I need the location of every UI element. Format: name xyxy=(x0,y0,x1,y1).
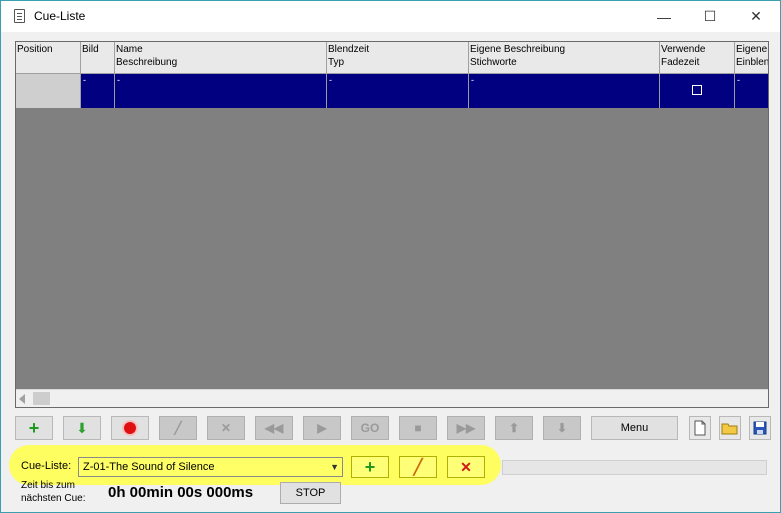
new-file-icon xyxy=(694,420,706,436)
stop-button[interactable]: STOP xyxy=(280,482,341,504)
fast-forward-icon: ▶▶ xyxy=(456,421,476,435)
delete-icon: ✕ xyxy=(220,421,232,435)
cell-blendzeit[interactable]: - xyxy=(327,74,469,108)
delete-cue-button[interactable]: ✕ xyxy=(207,416,245,440)
col-header-verwende-fadezeit[interactable]: Verwende Fadezeit xyxy=(660,42,735,74)
window-title: Cue-Liste xyxy=(34,9,86,23)
col-header-bild[interactable]: Bild xyxy=(81,42,115,74)
cell-name[interactable]: - xyxy=(115,74,327,108)
stop-icon: ■ xyxy=(414,421,422,435)
app-icon xyxy=(14,9,25,23)
cue-grid[interactable]: Position Bild Name Beschreibung Blendzeit… xyxy=(15,41,769,408)
cell-bild[interactable]: - xyxy=(81,74,115,108)
delete-icon: ✕ xyxy=(460,458,472,475)
scroll-thumb[interactable] xyxy=(33,392,50,405)
chevron-down-icon: ▼ xyxy=(330,462,339,472)
close-button[interactable]: ✕ xyxy=(733,1,779,32)
record-icon xyxy=(124,422,136,434)
cell-eigene-beschreibung[interactable]: - xyxy=(469,74,660,108)
table-row[interactable]: - - - - - xyxy=(81,74,768,108)
time-label-line1: Zeit bis zum xyxy=(21,480,75,491)
arrow-down-icon: ⬇ xyxy=(556,421,568,435)
horizontal-scrollbar[interactable] xyxy=(16,389,768,407)
cue-progress-bar xyxy=(502,460,767,475)
insert-below-button[interactable]: ⬇ xyxy=(63,416,101,440)
time-to-next-cue: 0h 00min 00s 000ms xyxy=(108,484,254,501)
row-header[interactable] xyxy=(16,74,81,108)
add-cue-list-button[interactable]: + xyxy=(351,456,389,478)
maximize-icon: ☐ xyxy=(703,8,717,24)
rewind-icon: ◀◀ xyxy=(264,421,284,435)
cell-eigene-einblendzeit[interactable]: - xyxy=(735,74,768,108)
save-icon xyxy=(753,421,767,435)
col-header-eigene-einblendzeit[interactable]: Eigene Einblen xyxy=(735,42,768,74)
move-up-button[interactable]: ⬆ xyxy=(495,416,533,440)
cue-list-label: Cue-Liste: xyxy=(21,460,72,472)
pencil-icon: ╱ xyxy=(174,421,182,435)
col-header-eigene-beschreibung[interactable]: Eigene Beschreibung Stichworte xyxy=(469,42,660,74)
delete-cue-list-button[interactable]: ✕ xyxy=(447,456,485,478)
play-icon: ▶ xyxy=(317,421,327,435)
fadezeit-checkbox[interactable] xyxy=(692,85,702,95)
pencil-icon: ╱ xyxy=(413,459,423,476)
arrow-up-icon: ⬆ xyxy=(508,421,520,435)
go-button[interactable]: GO xyxy=(351,416,389,440)
rewind-button[interactable]: ◀◀ xyxy=(255,416,293,440)
cue-list-select[interactable]: Z-01-The Sound of Silence ▼ xyxy=(78,457,343,477)
title-bar: Cue-Liste — ☐ ✕ xyxy=(1,1,780,32)
maximize-button[interactable]: ☐ xyxy=(687,1,733,32)
close-icon: ✕ xyxy=(750,8,762,24)
stop-playback-button[interactable]: ■ xyxy=(399,416,437,440)
record-button[interactable] xyxy=(111,416,149,440)
scroll-left-icon[interactable] xyxy=(19,394,25,404)
play-button[interactable]: ▶ xyxy=(303,416,341,440)
minimize-icon: — xyxy=(657,8,671,25)
save-button[interactable] xyxy=(749,416,771,440)
menu-button[interactable]: Menu xyxy=(591,416,678,440)
edit-cue-button[interactable]: ╱ xyxy=(159,416,197,440)
col-header-blendzeit[interactable]: Blendzeit Typ xyxy=(327,42,469,74)
col-header-name[interactable]: Name Beschreibung xyxy=(115,42,327,74)
cue-list-window: Cue-Liste — ☐ ✕ Position Bild Name Beschr… xyxy=(0,0,781,513)
cell-verwende-fadezeit[interactable] xyxy=(660,74,735,108)
folder-icon xyxy=(721,423,738,435)
plus-icon: + xyxy=(28,418,40,438)
open-folder-button[interactable] xyxy=(719,416,741,440)
fast-forward-button[interactable]: ▶▶ xyxy=(447,416,485,440)
new-file-button[interactable] xyxy=(689,416,711,440)
edit-cue-list-button[interactable]: ╱ xyxy=(399,456,437,478)
col-header-position[interactable]: Position xyxy=(16,42,81,74)
move-down-button[interactable]: ⬇ xyxy=(543,416,581,440)
plus-icon: + xyxy=(364,457,376,477)
arrow-down-icon: ⬇ xyxy=(76,420,88,436)
add-cue-button[interactable]: + xyxy=(15,416,53,440)
minimize-button[interactable]: — xyxy=(641,1,687,32)
time-label-line2: nächsten Cue: xyxy=(21,493,86,504)
